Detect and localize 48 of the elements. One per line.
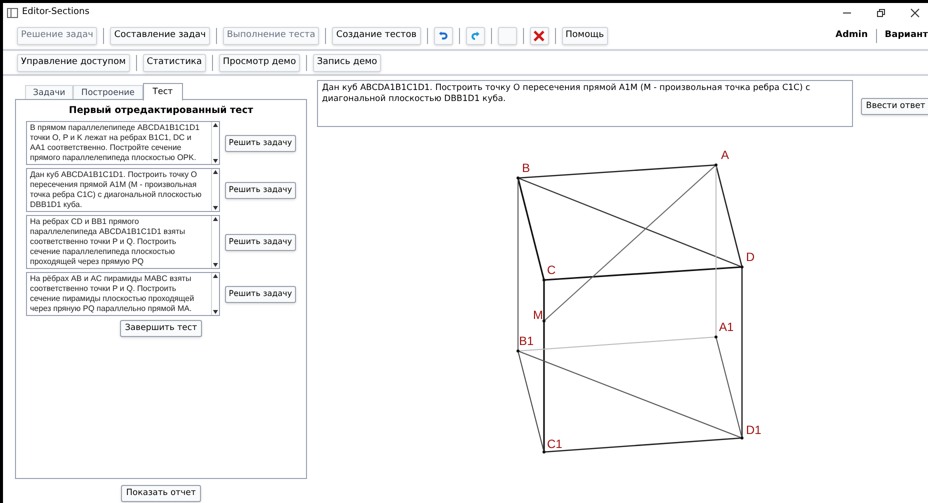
solve-task-button[interactable]: Решить задачу bbox=[224, 234, 296, 251]
tab[interactable]: Построение bbox=[73, 85, 143, 100]
point-label: A bbox=[721, 148, 730, 162]
scroll-bar bbox=[210, 122, 219, 164]
redo-button[interactable] bbox=[466, 27, 485, 45]
scroll-bar bbox=[210, 216, 219, 268]
toolbar-button[interactable]: Просмотр демо bbox=[218, 54, 300, 72]
point-label: D bbox=[746, 250, 755, 264]
point-label: C1 bbox=[547, 437, 562, 451]
show-report-button[interactable]: Показать отчет bbox=[121, 485, 201, 502]
toolbar-button[interactable]: Создание тестов bbox=[332, 27, 421, 45]
toolbar-button[interactable]: Составление задач bbox=[110, 27, 210, 45]
delete-icon bbox=[533, 30, 546, 42]
window-icon bbox=[7, 8, 18, 18]
close-icon[interactable] bbox=[910, 8, 920, 18]
toolbar-button[interactable]: Управление доступом bbox=[17, 54, 130, 72]
solve-task-button[interactable]: Решить задачу bbox=[224, 286, 296, 303]
tab[interactable]: Тест bbox=[142, 83, 183, 101]
task-text-area[interactable]: Дан куб ABCDA1B1C1D1. Построить точку O пересечения прямой A1M (M - произвольная точка ребра C1C) с диагональной плоскостью DBB1D1 куба. bbox=[26, 168, 220, 212]
task-text-area[interactable]: На ребрах CD и BB1 прямого параллелепипеда ABCDA1B1C1D1 взяты соответственно точки P и Q. Построить сечение параллелепипеда плоскостью проходящей через прямую PQ bbox=[26, 215, 220, 270]
solve-task-button[interactable]: Решить задачу bbox=[224, 182, 296, 199]
redo-icon bbox=[470, 31, 480, 41]
window-title: Editor-Sections bbox=[22, 6, 90, 20]
scroll-bar bbox=[210, 273, 219, 316]
solve-task-button[interactable]: Решить задачу bbox=[224, 134, 296, 152]
user-name: Admin bbox=[828, 29, 877, 43]
point-label: C bbox=[547, 263, 556, 277]
task-text-area[interactable]: В прямом параллелепипеде ABCDA1B1C1D1 точки O, P и K лежат на ребрах B1C1, DC и AA1 соответственно. Постройте сечение прямого параллелепипеда плоскостью OPK. bbox=[26, 121, 220, 166]
point-label: D1 bbox=[746, 423, 762, 437]
point-label: A1 bbox=[719, 320, 734, 334]
restore-icon[interactable] bbox=[876, 8, 886, 18]
toolbar-button[interactable]: Помощь bbox=[562, 27, 608, 45]
scroll-bar bbox=[210, 169, 219, 212]
toolbar-button[interactable]: Запись демо bbox=[312, 54, 382, 72]
delete-button[interactable] bbox=[530, 27, 549, 45]
task-text-area[interactable]: На рёбрах AB и AC пирамиды MABC взяты соответственно точки P и Q. Построить сечение пирамиды плоскостью проходящей через пряную PQ параллельно прямой MA. bbox=[26, 272, 220, 316]
undo-icon bbox=[438, 31, 448, 41]
undo-button[interactable] bbox=[434, 27, 453, 45]
point-label: B1 bbox=[519, 334, 534, 348]
problem-text-area[interactable]: Дан куб ABCDA1B1C1D1. Построить точку O пересечения прямой A1M (M - произвольная точка ребра C1C) с диагональной плоскостью DBB1D1 куба. bbox=[317, 80, 853, 127]
variant-label: Вариант bbox=[884, 29, 928, 42]
test-title: Первый отредактированный тест bbox=[68, 104, 254, 118]
enter-answer-button[interactable]: Ввести ответ bbox=[861, 98, 928, 115]
point-label: M bbox=[533, 308, 543, 322]
finish-test-button[interactable]: Завершить тест bbox=[120, 320, 202, 338]
tab[interactable]: Задачи bbox=[25, 85, 74, 100]
point-label: B bbox=[522, 161, 530, 175]
toolbar-button[interactable]: Статистика bbox=[142, 54, 206, 72]
